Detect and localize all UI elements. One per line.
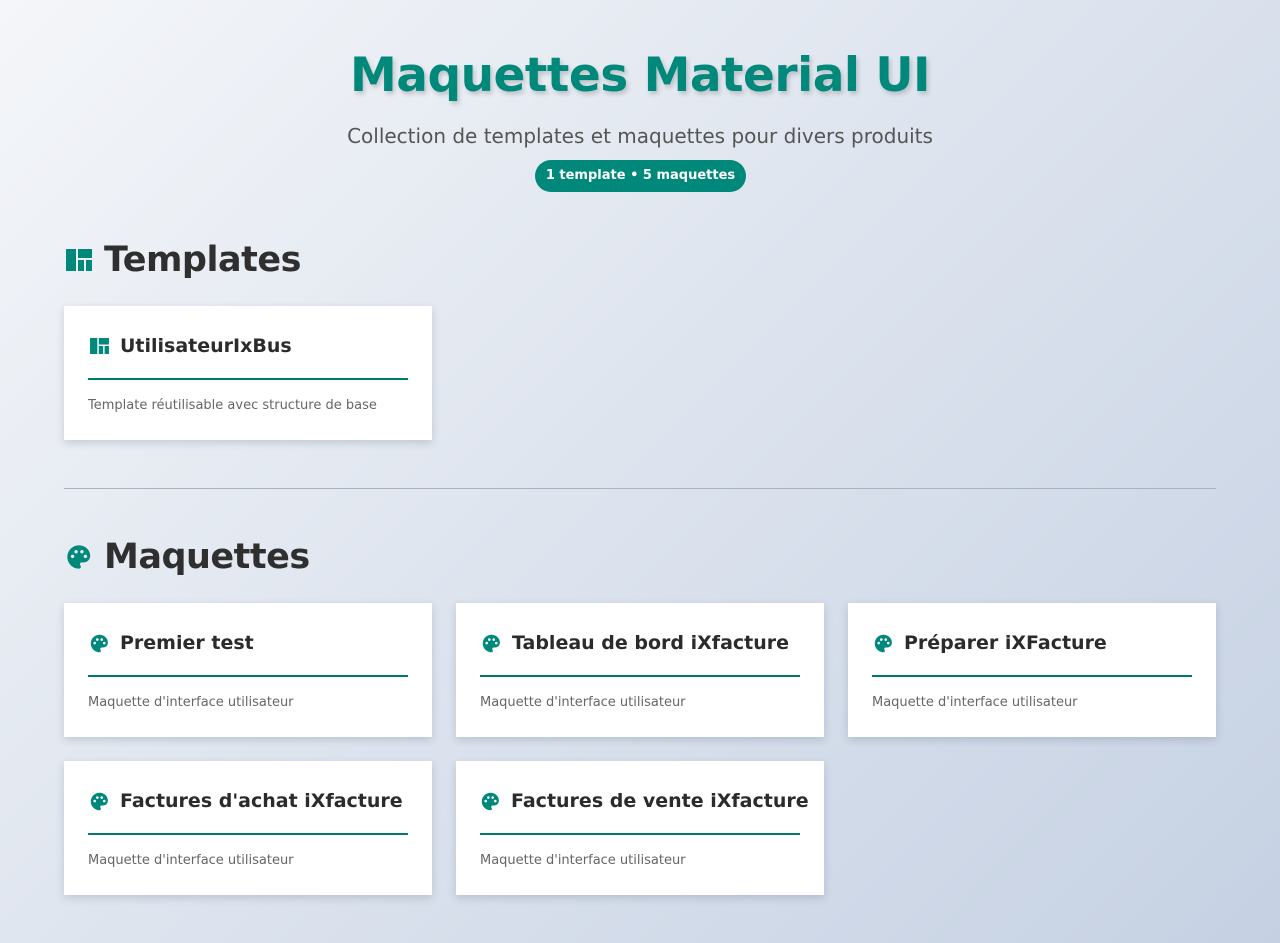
dashboard-icon: [64, 245, 94, 275]
card-divider: [480, 833, 800, 835]
maquette-card-tableau-de-bord[interactable]: Tableau de bord iXfacture Maquette d'int…: [456, 603, 824, 737]
maquette-card-factures-achat[interactable]: Factures d'achat iXfacture Maquette d'in…: [64, 761, 432, 895]
templates-heading-label: Templates: [104, 240, 301, 280]
card-description: Maquette d'interface utilisateur: [88, 853, 294, 868]
card-title: Tableau de bord iXfacture: [512, 632, 790, 654]
card-description: Maquette d'interface utilisateur: [480, 853, 686, 868]
card-divider: [88, 675, 408, 677]
card-description: Maquette d'interface utilisateur: [480, 695, 686, 710]
maquettes-heading-label: Maquettes: [104, 537, 310, 577]
card-title: UtilisateurIxBus: [120, 335, 292, 357]
page-subtitle: Collection de templates et maquettes pou…: [347, 124, 933, 148]
card-divider: [480, 675, 800, 677]
maquette-card-preparer[interactable]: Préparer iXFacture Maquette d'interface …: [848, 603, 1216, 737]
dashboard-icon: [88, 335, 110, 357]
card-divider: [88, 378, 408, 380]
templates-heading: Templates: [64, 240, 301, 280]
palette-icon: [872, 632, 894, 654]
maquette-card-factures-vente[interactable]: Factures de vente iXfacture Maquette d'i…: [456, 761, 824, 895]
card-title: Factures d'achat iXfacture: [120, 790, 403, 812]
card-title: Préparer iXFacture: [904, 632, 1107, 654]
card-title: Premier test: [120, 632, 254, 654]
card-divider: [88, 833, 408, 835]
card-description: Maquette d'interface utilisateur: [88, 695, 294, 710]
card-divider: [872, 675, 1192, 677]
palette-icon: [88, 790, 110, 812]
maquette-card-premier-test[interactable]: Premier test Maquette d'interface utilis…: [64, 603, 432, 737]
page-title: Maquettes Material UI: [349, 48, 931, 103]
palette-icon: [64, 542, 94, 572]
palette-icon: [480, 790, 501, 812]
template-card-utilisateurixbus[interactable]: UtilisateurIxBus Template réutilisable a…: [64, 306, 432, 440]
count-badge: 1 template • 5 maquettes: [535, 160, 746, 192]
palette-icon: [480, 632, 502, 654]
section-divider: [64, 488, 1216, 489]
card-description: Maquette d'interface utilisateur: [872, 695, 1078, 710]
maquettes-heading: Maquettes: [64, 537, 310, 577]
card-title: Factures de vente iXfacture: [511, 790, 809, 812]
card-description: Template réutilisable avec structure de …: [88, 398, 377, 413]
palette-icon: [88, 632, 110, 654]
